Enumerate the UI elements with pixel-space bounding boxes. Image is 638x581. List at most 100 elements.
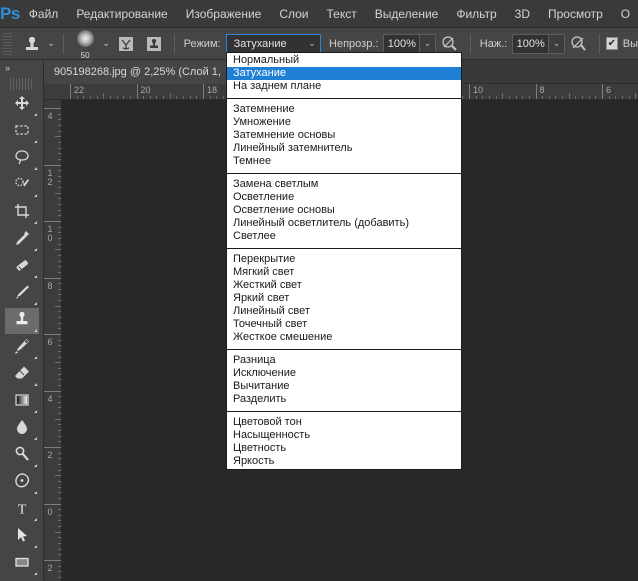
clone-stamp-icon: [13, 310, 31, 333]
dodge-icon: [13, 445, 31, 468]
healing-brush-tool[interactable]: [5, 254, 39, 280]
tool-preset-chevron-down-icon[interactable]: ⌄: [46, 38, 57, 49]
crop-tool[interactable]: [5, 200, 39, 226]
blend-mode-option[interactable]: Темнее: [227, 155, 461, 168]
blend-mode-option[interactable]: Умножение: [227, 116, 461, 129]
menu-item-2[interactable]: Изображение: [177, 0, 271, 28]
menu-group: Разница Исключение Вычитание Разделить: [227, 353, 461, 407]
blend-mode-option[interactable]: Точечный свет: [227, 318, 461, 331]
path-selection-tool[interactable]: [5, 524, 39, 550]
blend-mode-option[interactable]: Линейный свет: [227, 305, 461, 318]
blend-mode-option[interactable]: На заднем плане: [227, 80, 461, 93]
align-checkbox[interactable]: ✔: [605, 37, 618, 50]
rectangular-marquee-tool[interactable]: [5, 119, 39, 145]
pen-icon: [13, 472, 31, 495]
pressure-size-icon[interactable]: [568, 32, 590, 56]
menu-item-5[interactable]: Выделение: [366, 0, 448, 28]
menu-item-3[interactable]: Слои: [270, 0, 317, 28]
menu-item-6[interactable]: Фильтр: [447, 0, 505, 28]
rectangle-tool[interactable]: [5, 551, 39, 577]
menu-item-7[interactable]: 3D: [506, 0, 539, 28]
brush-chevron-down-icon[interactable]: ⌄: [101, 38, 112, 49]
menu-item-1[interactable]: Редактирование: [67, 0, 176, 28]
blend-mode-dropdown-menu[interactable]: Нормальный Затухание На заднем плане Затемн…: [226, 52, 462, 470]
document-tab[interactable]: 905198268.jpg @ 2,25% (Слой 1,: [44, 60, 231, 84]
eraser-tool[interactable]: [5, 362, 39, 388]
menu-item-0[interactable]: Файл: [20, 0, 68, 28]
move-tool[interactable]: [5, 92, 39, 118]
blend-mode-option[interactable]: Затемнение основы: [227, 129, 461, 142]
blend-mode-option[interactable]: Жесткий свет: [227, 279, 461, 292]
blend-mode-option[interactable]: Затемнение: [227, 103, 461, 116]
ruler-minor-tick: [55, 136, 61, 138]
ruler-minor-tick: [156, 96, 158, 99]
brush-tool[interactable]: [5, 281, 39, 307]
menu-item-4[interactable]: Текст: [318, 0, 366, 28]
history-brush-tool[interactable]: [5, 335, 39, 361]
ruler-minor-tick: [58, 571, 61, 573]
opacity-chevron-down-icon[interactable]: ⌄: [420, 33, 436, 54]
opacity-input[interactable]: 100%: [383, 33, 421, 54]
menu-group: Затемнение Умножение Затемнение основы Лине…: [227, 102, 461, 169]
clone-source-panel-icon[interactable]: [143, 32, 165, 56]
blend-mode-option[interactable]: Насыщенность: [227, 429, 461, 442]
quick-selection-tool[interactable]: [5, 173, 39, 199]
brush-preview[interactable]: 50: [70, 29, 101, 60]
blend-mode-option[interactable]: Разделить: [227, 393, 461, 406]
menu-item-9[interactable]: О: [612, 0, 638, 28]
ruler-major-tick: [44, 447, 61, 448]
blend-mode-option[interactable]: Светлее: [227, 230, 461, 243]
clone-stamp-tool[interactable]: [5, 308, 39, 334]
ruler-minor-tick: [58, 373, 61, 375]
type-tool[interactable]: T: [5, 497, 39, 523]
ruler-minor-tick: [58, 283, 61, 285]
gradient-tool[interactable]: [5, 389, 39, 415]
dodge-tool[interactable]: [5, 443, 39, 469]
ruler-minor-tick: [58, 243, 61, 245]
blend-mode-option[interactable]: Цветность: [227, 442, 461, 455]
eyedropper-tool[interactable]: [5, 227, 39, 253]
options-bar-grip[interactable]: [3, 32, 13, 55]
blend-mode-option[interactable]: Замена светлым: [227, 178, 461, 191]
blend-mode-option[interactable]: Линейный осветлитель (добавить): [227, 217, 461, 230]
collapse-panel-icon[interactable]: »: [0, 60, 43, 76]
blur-tool[interactable]: [5, 416, 39, 442]
ruler-minor-tick: [149, 96, 151, 99]
blend-mode-option[interactable]: Осветление: [227, 191, 461, 204]
ruler-minor-tick: [495, 96, 497, 99]
blend-mode-option[interactable]: Цветовой тон: [227, 416, 461, 429]
brush-icon: [13, 283, 31, 306]
history-brush-icon: [13, 337, 31, 360]
blend-mode-option[interactable]: Перекрытие: [227, 253, 461, 266]
blend-mode-option[interactable]: Яркий свет: [227, 292, 461, 305]
blend-mode-option[interactable]: Исключение: [227, 367, 461, 380]
flow-input[interactable]: 100%: [512, 33, 550, 54]
lasso-tool[interactable]: [5, 146, 39, 172]
menu-item-8[interactable]: Просмотр: [539, 0, 612, 28]
blend-mode-option[interactable]: Яркость: [227, 455, 461, 468]
ruler-minor-tick: [58, 147, 61, 149]
tools-panel-grip[interactable]: [10, 78, 33, 90]
pen-tool[interactable]: [5, 470, 39, 496]
vertical-ruler[interactable]: 4 12 10 8 6 4 2 0 2: [44, 100, 62, 581]
active-tool-preview-icon[interactable]: [18, 31, 45, 57]
blend-mode-option[interactable]: Разница: [227, 354, 461, 367]
brush-settings-icon[interactable]: [115, 32, 137, 56]
ruler-minor-tick: [482, 96, 484, 99]
blend-mode-option[interactable]: Вычитание: [227, 380, 461, 393]
blend-mode-option[interactable]: Мягкий свет: [227, 266, 461, 279]
flow-chevron-down-icon[interactable]: ⌄: [549, 33, 565, 54]
brush-tip-icon: [76, 29, 94, 47]
ruler-major-tick: [602, 84, 603, 99]
blend-mode-option[interactable]: Осветление основы: [227, 204, 461, 217]
opacity-label: Непрозр.:: [329, 37, 379, 50]
ruler-minor-tick: [542, 96, 544, 99]
blend-mode-select[interactable]: Затухание ⌄: [225, 33, 322, 54]
ruler-minor-tick: [475, 96, 477, 99]
blend-mode-option[interactable]: Линейный затемнитель: [227, 142, 461, 155]
blend-mode-option[interactable]: Затухание: [227, 67, 461, 80]
blend-mode-option[interactable]: Жесткое смешение: [227, 331, 461, 344]
ruler-minor-tick: [502, 93, 504, 99]
blend-mode-option[interactable]: Нормальный: [227, 54, 461, 67]
ruler-minor-tick: [55, 362, 61, 364]
